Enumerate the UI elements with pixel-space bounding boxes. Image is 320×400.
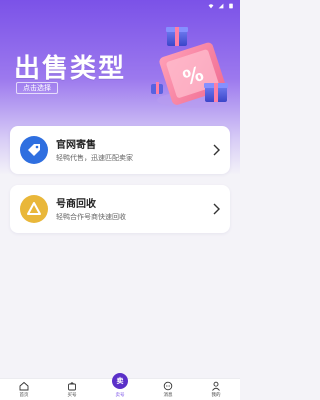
tab-label: 我的 <box>211 393 221 398</box>
signal-icon <box>218 3 224 9</box>
option-title: 官网寄售 <box>56 140 96 151</box>
bottom-tab-bar: 首页 买号 卖 卖号 消息 我的 <box>0 373 240 400</box>
tab-label: 消息 <box>163 393 173 398</box>
page-title: 出售类型 <box>14 54 127 84</box>
chevron-right-icon <box>213 144 220 156</box>
hero-subtitle: 点击选择 <box>16 82 58 94</box>
recycle-icon <box>20 195 48 223</box>
tab-buy[interactable]: 买号 <box>48 379 96 400</box>
option-title: 号商回收 <box>56 199 96 210</box>
shopping-bag-icon <box>68 382 76 391</box>
option-consignment[interactable]: 官网寄售 轻鸭代售，迅速匹配卖家 <box>10 126 230 174</box>
tab-home[interactable]: 首页 <box>0 379 48 400</box>
chat-icon <box>163 381 173 391</box>
tab-label: 首页 <box>19 393 29 398</box>
home-icon <box>19 381 29 391</box>
tab-label: 卖号 <box>115 393 125 398</box>
wifi-icon <box>208 4 214 9</box>
battery-icon <box>229 3 233 9</box>
price-tag-icon <box>20 136 48 164</box>
status-bar <box>0 0 240 12</box>
tab-label: 买号 <box>67 393 77 398</box>
sell-icon: 卖 <box>112 373 128 389</box>
chevron-right-icon <box>213 203 220 215</box>
option-description: 轻鸭合作号商快速回收 <box>56 213 126 221</box>
option-dealer-recycle[interactable]: 号商回收 轻鸭合作号商快速回收 <box>10 185 230 233</box>
gift-coupon-illustration: % <box>151 27 229 108</box>
tab-sell[interactable]: 卖 卖号 <box>96 373 144 400</box>
user-icon <box>212 381 220 391</box>
tab-profile[interactable]: 我的 <box>192 379 240 400</box>
tab-messages[interactable]: 消息 <box>144 379 192 400</box>
option-description: 轻鸭代售，迅速匹配卖家 <box>56 154 133 162</box>
